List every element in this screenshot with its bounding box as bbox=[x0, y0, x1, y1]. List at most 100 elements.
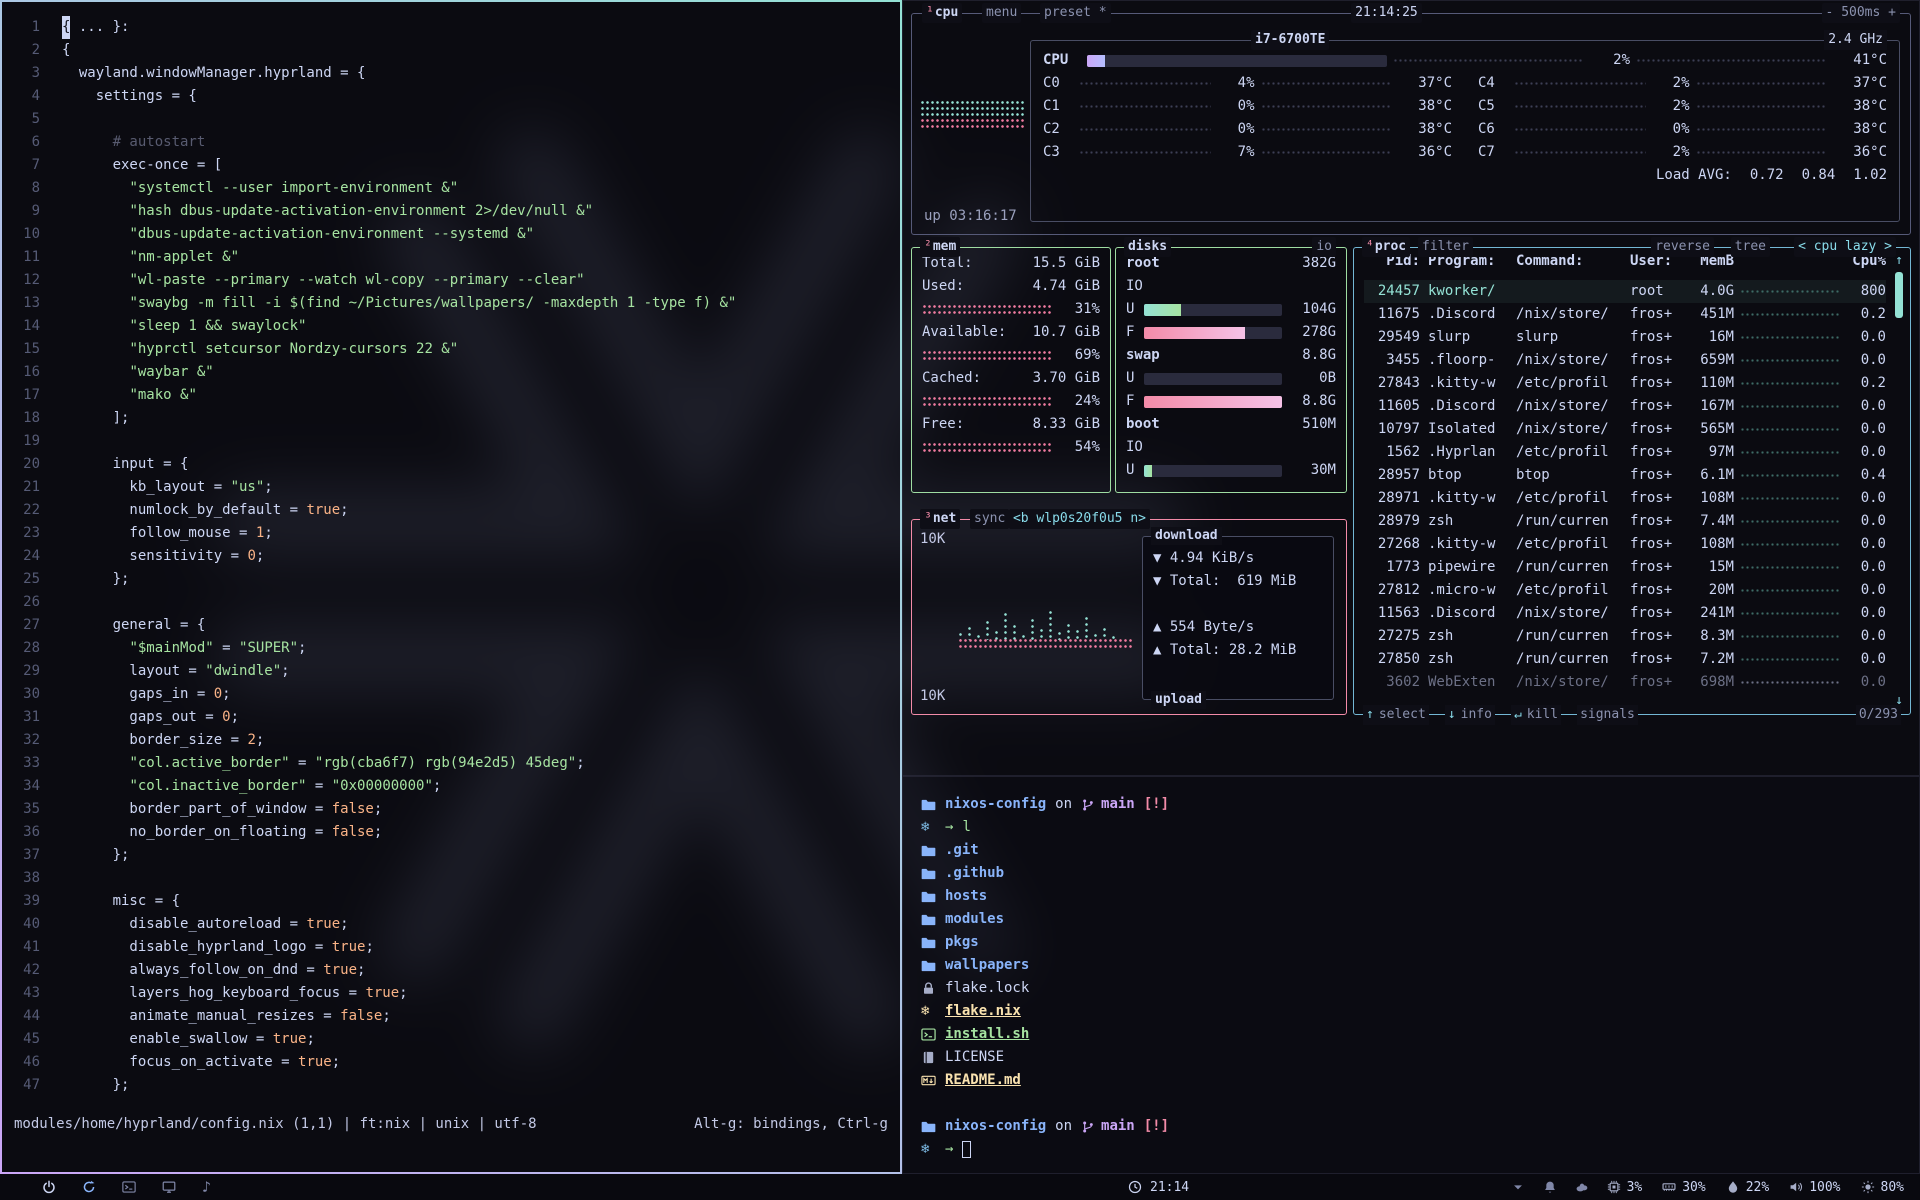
proc-footer-item[interactable]: signals bbox=[1577, 705, 1638, 725]
process-row[interactable]: 3455.floorp-/nix/store/fros+659M0.0 bbox=[1364, 349, 1886, 372]
code-line[interactable]: 3 wayland.windowManager.hyprland = { bbox=[8, 62, 894, 85]
code-line[interactable]: 11 "nm-applet &" bbox=[8, 246, 894, 269]
process-row[interactable]: 28957btopbtopfros+6.1M0.4 bbox=[1364, 464, 1886, 487]
code-line[interactable]: 15 "hyprctl setcursor Nordzy-cursors 22 … bbox=[8, 338, 894, 361]
proc-footer-item[interactable]: ↓info bbox=[1445, 705, 1495, 725]
code-line[interactable]: 35 border_part_of_window = false; bbox=[8, 798, 894, 821]
code-line[interactable]: 39 misc = { bbox=[8, 890, 894, 913]
process-row[interactable]: 27812.micro-w/etc/profilfros+20M0.0 bbox=[1364, 579, 1886, 602]
code-line[interactable]: 29 layout = "dwindle"; bbox=[8, 660, 894, 683]
code-line[interactable]: 23 follow_mouse = 1; bbox=[8, 522, 894, 545]
code-line[interactable]: 31 gaps_out = 0; bbox=[8, 706, 894, 729]
code-line[interactable]: 5 bbox=[8, 108, 894, 131]
file-entry[interactable]: .git bbox=[921, 839, 1901, 862]
code-line[interactable]: 20 input = { bbox=[8, 453, 894, 476]
command-line[interactable]: ❄ → l bbox=[921, 816, 1901, 839]
io-mode-button[interactable]: io bbox=[1312, 237, 1336, 257]
code-line[interactable]: 13 "swaybg -m fill -i $(find ~/Pictures/… bbox=[8, 292, 894, 315]
code-area[interactable]: 1{ ... }:2{3 wayland.windowManager.hyprl… bbox=[2, 2, 900, 1097]
proc-tab[interactable]: ⁴proc bbox=[1362, 237, 1410, 257]
code-line[interactable]: 30 gaps_in = 0; bbox=[8, 683, 894, 706]
process-row[interactable]: 27268.kitty-w/etc/profilfros+108M0.0 bbox=[1364, 533, 1886, 556]
code-line[interactable]: 8 "systemctl --user import-environment &… bbox=[8, 177, 894, 200]
cpu-module[interactable]: 3% bbox=[1607, 1176, 1643, 1199]
process-row[interactable]: 27843.kitty-w/etc/profilfros+110M0.2 bbox=[1364, 372, 1886, 395]
power-icon[interactable] bbox=[42, 1180, 56, 1194]
refresh-icon[interactable] bbox=[82, 1180, 96, 1194]
file-entry[interactable]: .github bbox=[921, 862, 1901, 885]
code-line[interactable]: 43 layers_hog_keyboard_focus = true; bbox=[8, 982, 894, 1005]
process-row[interactable]: 1773pipewire/run/currenfros+15M0.0 bbox=[1364, 556, 1886, 579]
code-line[interactable]: 4 settings = { bbox=[8, 85, 894, 108]
code-line[interactable]: 36 no_border_on_floating = false; bbox=[8, 821, 894, 844]
code-line[interactable]: 44 animate_manual_resizes = false; bbox=[8, 1005, 894, 1028]
code-line[interactable]: 46 focus_on_activate = true; bbox=[8, 1051, 894, 1074]
process-row[interactable]: 10797Isolated/nix/store/fros+565M0.0 bbox=[1364, 418, 1886, 441]
code-line[interactable]: 9 "hash dbus-update-activation-environme… bbox=[8, 200, 894, 223]
sun-module[interactable]: 80% bbox=[1861, 1176, 1904, 1199]
code-line[interactable]: 19 bbox=[8, 430, 894, 453]
file-entry[interactable]: wallpapers bbox=[921, 954, 1901, 977]
code-line[interactable]: 45 enable_swallow = true; bbox=[8, 1028, 894, 1051]
process-row[interactable]: 3602WebExten/nix/store/fros+698M0.0 bbox=[1364, 671, 1886, 694]
code-line[interactable]: 18 ]; bbox=[8, 407, 894, 430]
editor-window[interactable]: 1{ ... }:2{3 wayland.windowManager.hyprl… bbox=[0, 0, 902, 1174]
mem-tab[interactable]: ²mem bbox=[920, 237, 960, 257]
code-line[interactable]: 24 sensitivity = 0; bbox=[8, 545, 894, 568]
cloud-icon[interactable] bbox=[1575, 1180, 1589, 1194]
net-interface[interactable]: <b wlp0s20f0u5 n> bbox=[1009, 509, 1150, 529]
process-row[interactable]: 27275zsh/run/currenfros+8.3M0.0 bbox=[1364, 625, 1886, 648]
terminal-window[interactable]: nixos-config on main [!] ❄ → l .git.gith… bbox=[902, 776, 1920, 1174]
cpu-tab[interactable]: ¹cpu bbox=[922, 3, 962, 23]
process-row[interactable]: 11675.Discord/nix/store/fros+451M0.2 bbox=[1364, 303, 1886, 326]
code-line[interactable]: 42 always_follow_on_dnd = true; bbox=[8, 959, 894, 982]
code-line[interactable]: 38 bbox=[8, 867, 894, 890]
filter-button[interactable]: filter bbox=[1418, 237, 1473, 257]
process-row[interactable]: 29549slurpslurpfros+16M0.0 bbox=[1364, 326, 1886, 349]
net-tab[interactable]: ³net bbox=[920, 509, 960, 529]
file-entry[interactable]: install.sh bbox=[921, 1023, 1901, 1046]
terminal-cursor[interactable] bbox=[962, 1141, 971, 1158]
code-line[interactable]: 47 }; bbox=[8, 1074, 894, 1097]
tree-button[interactable]: tree bbox=[1731, 237, 1770, 257]
music-icon[interactable]: ♪ bbox=[202, 1176, 211, 1199]
proc-footer-item[interactable]: ↵kill bbox=[1511, 705, 1561, 725]
code-line[interactable]: 33 "col.active_border" = "rgb(cba6f7) rg… bbox=[8, 752, 894, 775]
file-entry[interactable]: flake.lock bbox=[921, 977, 1901, 1000]
code-line[interactable]: 37 }; bbox=[8, 844, 894, 867]
volume-module[interactable]: 100% bbox=[1789, 1176, 1840, 1199]
process-row[interactable]: 27850zsh/run/currenfros+7.2M0.0 bbox=[1364, 648, 1886, 671]
monitor-workspace-icon[interactable] bbox=[162, 1180, 176, 1194]
file-entry[interactable]: pkgs bbox=[921, 931, 1901, 954]
memory-module[interactable]: 30% bbox=[1662, 1176, 1705, 1199]
sort-mode-selector[interactable]: < cpu lazy > bbox=[1794, 237, 1896, 257]
process-row[interactable]: 28979zsh/run/currenfros+7.4M0.0 bbox=[1364, 510, 1886, 533]
col-command[interactable]: Command: bbox=[1516, 250, 1630, 273]
reverse-button[interactable]: reverse bbox=[1651, 237, 1714, 257]
terminal-workspace-icon[interactable] bbox=[122, 1180, 136, 1194]
net-sync-button[interactable]: sync bbox=[970, 509, 1009, 529]
code-line[interactable]: 32 border_size = 2; bbox=[8, 729, 894, 752]
file-entry[interactable]: hosts bbox=[921, 885, 1901, 908]
code-line[interactable]: 17 "mako &" bbox=[8, 384, 894, 407]
command-line[interactable]: ❄ → bbox=[921, 1138, 1901, 1161]
code-line[interactable]: 26 bbox=[8, 591, 894, 614]
process-row[interactable]: 11563.Discord/nix/store/fros+241M0.0 bbox=[1364, 602, 1886, 625]
code-line[interactable]: 27 general = { bbox=[8, 614, 894, 637]
menu-button[interactable]: menu bbox=[982, 3, 1021, 23]
process-row[interactable]: 11605.Discord/nix/store/fros+167M0.0 bbox=[1364, 395, 1886, 418]
code-line[interactable]: 1{ ... }: bbox=[8, 16, 894, 39]
process-row[interactable]: 28971.kitty-w/etc/profilfros+108M0.0 bbox=[1364, 487, 1886, 510]
chevron-down-icon[interactable] bbox=[1511, 1180, 1525, 1194]
code-line[interactable]: 12 "wl-paste --primary --watch wl-copy -… bbox=[8, 269, 894, 292]
file-entry[interactable]: ❄flake.nix bbox=[921, 1000, 1901, 1023]
code-line[interactable]: 6 # autostart bbox=[8, 131, 894, 154]
bell-icon[interactable] bbox=[1543, 1180, 1557, 1194]
code-line[interactable]: 14 "sleep 1 && swaylock" bbox=[8, 315, 894, 338]
code-line[interactable]: 7 exec-once = [ bbox=[8, 154, 894, 177]
btop-window[interactable]: ¹cpu menu preset * 21:14:25 - 500ms + i7… bbox=[902, 0, 1920, 776]
code-line[interactable]: 28 "$mainMod" = "SUPER"; bbox=[8, 637, 894, 660]
scrollbar-thumb[interactable] bbox=[1895, 272, 1903, 318]
preset-button[interactable]: preset * bbox=[1040, 3, 1111, 23]
process-row[interactable]: 24457kworker/root4.0G800 bbox=[1364, 280, 1886, 303]
